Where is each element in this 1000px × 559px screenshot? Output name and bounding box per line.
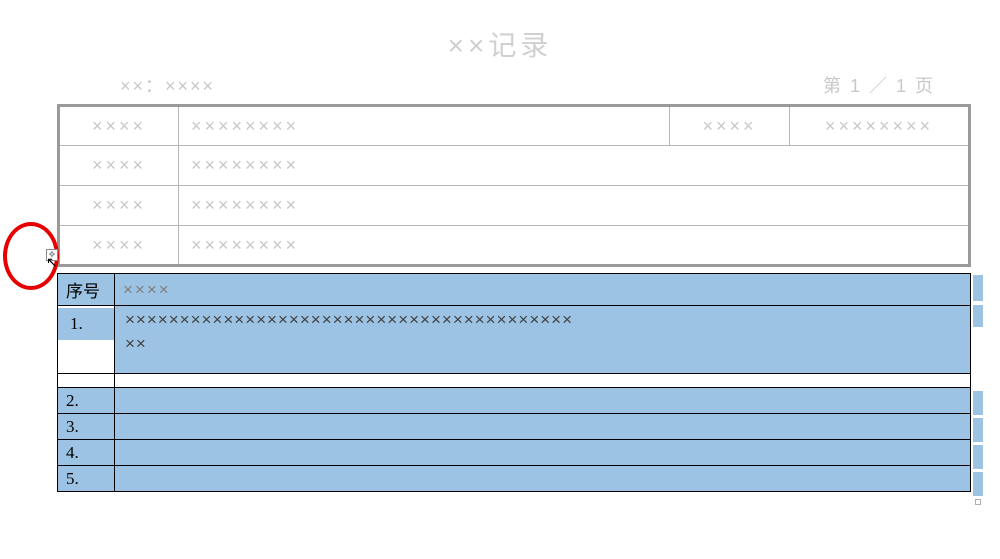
col-header-content[interactable]: ×××× <box>115 274 971 306</box>
cell[interactable]: ×××××××× <box>179 186 970 226</box>
content-cell[interactable]: ××××××××××××××××××××××××××××××××××××××××… <box>115 306 971 374</box>
content-cell[interactable] <box>115 414 971 440</box>
cell[interactable]: ×××××××× <box>179 146 970 186</box>
seq-cell[interactable]: 4. <box>58 440 115 466</box>
seq-cell[interactable]: 2. <box>58 388 115 414</box>
cell[interactable]: ×××× <box>59 106 179 146</box>
content-line-2: ×× <box>125 334 960 354</box>
subheader-right: 第 1 ／ 1 页 <box>823 72 935 98</box>
table-row[interactable]: 3. <box>58 414 971 440</box>
content-table[interactable]: 序号 ×××× 1. ×××××××××××××××××××××××××××××… <box>57 273 971 492</box>
cell[interactable]: ×××× <box>59 146 179 186</box>
cell[interactable]: ×××××××× <box>179 226 970 266</box>
seq-blank <box>66 338 106 370</box>
table-row[interactable]: 2. <box>58 388 971 414</box>
cell[interactable]: ×××× <box>59 186 179 226</box>
selection-tail <box>973 418 983 442</box>
selection-tail <box>973 275 983 301</box>
table-resize-handle[interactable] <box>975 499 981 505</box>
content-cell[interactable] <box>115 388 971 414</box>
cell[interactable]: ×××××××× <box>179 106 670 146</box>
cell[interactable]: ×××××××× <box>790 106 970 146</box>
seq-cell[interactable]: 1. <box>58 306 115 374</box>
table-row[interactable]: 5. <box>58 466 971 492</box>
table-row[interactable]: ×××× ×××××××× <box>59 146 970 186</box>
content-line-1: ××××××××××××××××××××××××××××××××××××××××… <box>125 310 960 330</box>
seq-cell[interactable]: 3. <box>58 414 115 440</box>
content-cell[interactable] <box>115 440 971 466</box>
selection-tail <box>973 391 983 415</box>
table-row[interactable]: ×××× ×××××××× ×××× ×××××××× <box>59 106 970 146</box>
subheader-left: ××：×××× <box>120 72 215 98</box>
doc-subheader: ××：×××× 第 1 ／ 1 页 <box>0 72 1000 104</box>
cell[interactable]: ×××× <box>670 106 790 146</box>
table-row[interactable]: 1. ×××××××××××××××××××××××××××××××××××××… <box>58 306 971 374</box>
seq-cell[interactable]: 5. <box>58 466 115 492</box>
table-row[interactable]: 4. <box>58 440 971 466</box>
selection-tail <box>973 445 983 469</box>
cursor-icon: ↖ <box>46 254 58 271</box>
content-cell[interactable] <box>115 466 971 492</box>
cell[interactable]: ×××× <box>59 226 179 266</box>
seq-highlight: 1. <box>58 308 114 340</box>
content-table-wrap: 序号 ×××× 1. ×××××××××××××××××××××××××××××… <box>57 273 983 492</box>
header-table[interactable]: ×××× ×××××××× ×××× ×××××××× ×××× ×××××××… <box>57 104 971 267</box>
doc-title: ××记录 <box>0 0 1000 72</box>
table-row[interactable]: ×××× ×××××××× <box>59 186 970 226</box>
table-row[interactable]: ×××× ×××××××× <box>59 226 970 266</box>
table-row[interactable]: 序号 ×××× <box>58 274 971 306</box>
selection-tail <box>973 472 983 496</box>
selection-tail <box>973 305 983 327</box>
col-header-seq[interactable]: 序号 <box>58 274 115 306</box>
gap-row <box>58 374 971 388</box>
